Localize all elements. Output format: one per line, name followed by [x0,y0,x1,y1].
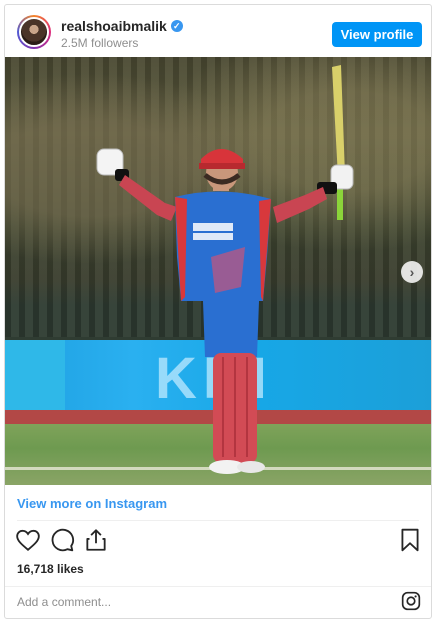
likes-count: 16,718 likes [17,562,84,576]
view-profile-button[interactable]: View profile [332,22,422,47]
comment-icon[interactable] [49,527,75,553]
heart-icon[interactable] [15,527,41,553]
avatar[interactable] [17,15,51,49]
add-comment-input[interactable]: Add a comment... [17,595,111,609]
verified-badge-icon: ✓ [170,20,183,32]
carousel-next-button[interactable]: › [401,261,423,283]
post-actions [13,527,425,557]
share-icon[interactable] [83,527,109,553]
post-photo[interactable]: KRI [5,57,431,485]
username-row: realshoaibmalik ✓ [61,18,183,34]
post-header: realshoaibmalik ✓ 2.5M followers View pr… [5,5,431,57]
avatar-image [19,17,49,47]
bookmark-icon[interactable] [397,527,423,553]
cricketer-figure [96,65,354,474]
instagram-embed-card: realshoaibmalik ✓ 2.5M followers View pr… [4,4,432,619]
view-more-on-instagram-link[interactable]: View more on Instagram [17,496,167,511]
divider [17,520,419,521]
followers-count: 2.5M followers [61,36,139,50]
username[interactable]: realshoaibmalik [61,18,167,34]
divider [5,586,431,587]
instagram-icon[interactable] [401,591,421,611]
